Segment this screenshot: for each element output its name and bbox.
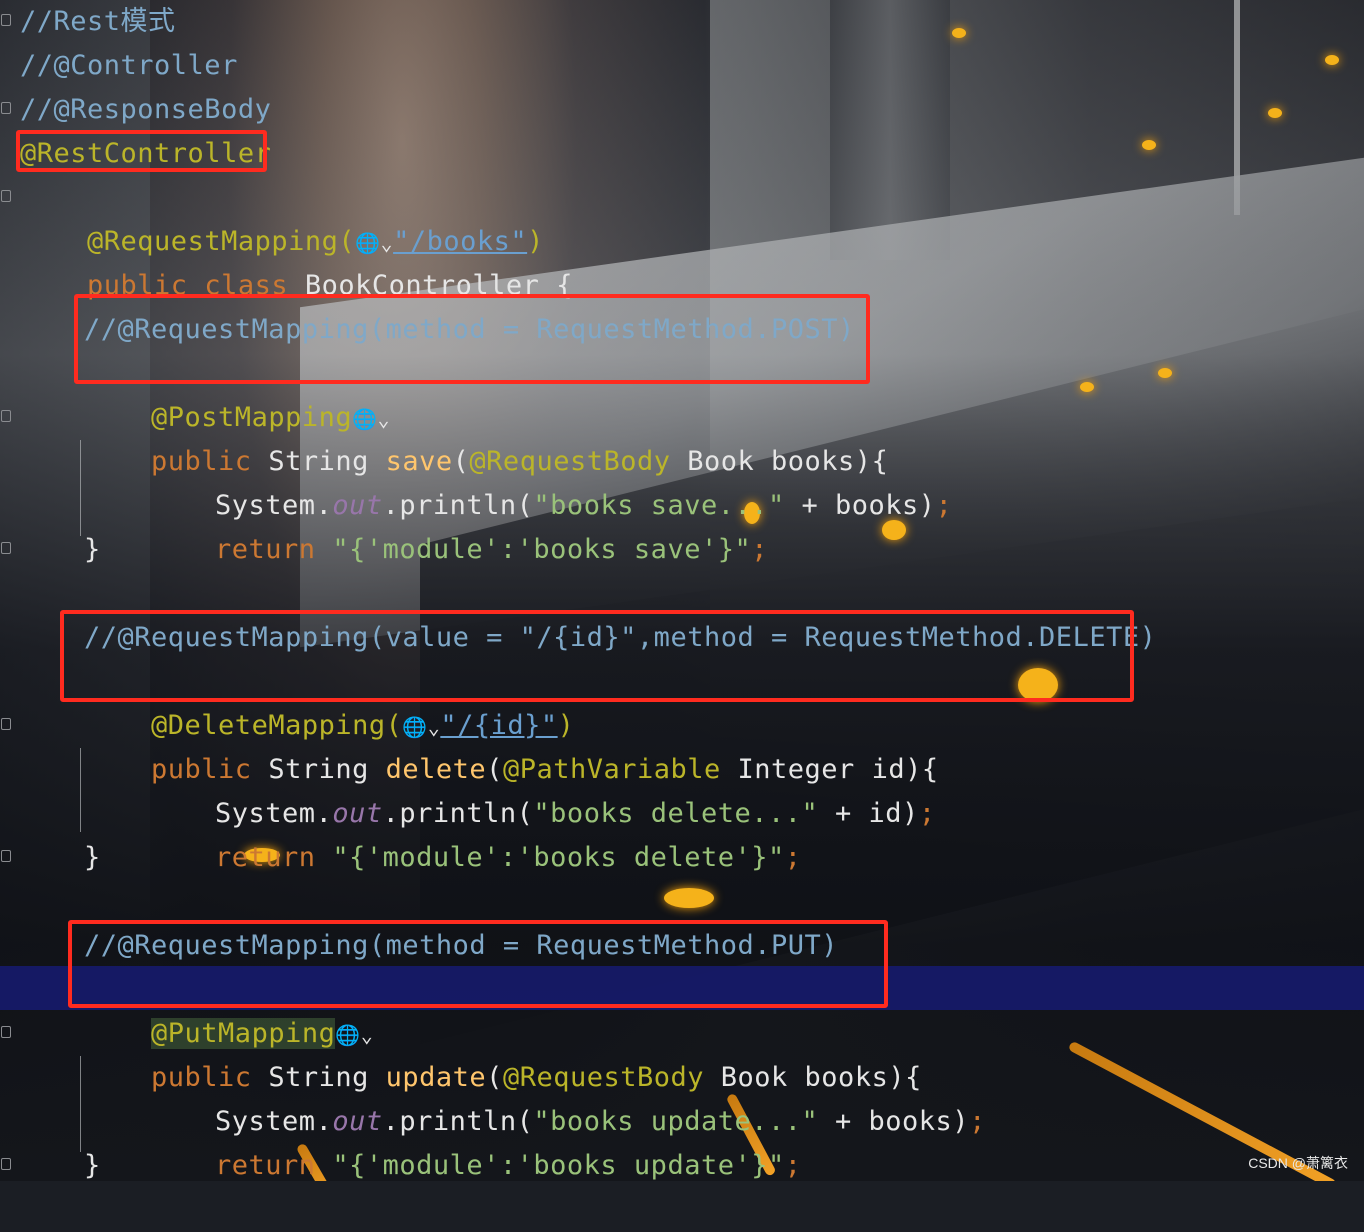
code-line-closing-brace[interactable]: } [84,836,101,880]
code-line-method-delete[interactable]: public String delete(@PathVariable Integ… [84,704,939,785]
code-line-closing-brace[interactable]: } [84,528,101,572]
highlight-box-delete-mapping [60,610,1134,702]
code-line-class-declaration[interactable]: public class BookController { [20,220,573,301]
watermark: CSDN @萧篱衣 [1248,1155,1348,1171]
code-line-return[interactable]: return "{'module':'books delete'}"; [148,792,802,873]
code-line-request-mapping[interactable]: @RequestMapping(🌐⌄"/books") [20,176,544,257]
code-line-method-update[interactable]: public String update(@RequestBody Book b… [84,1012,922,1093]
code-line-println[interactable]: System.out.println("books save..." + boo… [148,440,952,521]
highlight-box-rest-controller [16,130,267,172]
code-line-println[interactable]: System.out.println("books delete..." + i… [148,748,936,829]
code-line-closing-brace[interactable]: } [84,1144,101,1188]
code-line-return[interactable]: return "{'module':'books update'}"; [148,1100,802,1181]
code-line-comment[interactable]: //Rest模式 [20,0,176,44]
code-line-return[interactable]: return "{'module':'books save'}"; [148,484,768,565]
code-line-println[interactable]: System.out.println("books update..." + b… [148,1056,986,1137]
code-line-method-save[interactable]: public String save(@RequestBody Book boo… [84,396,888,477]
code-line-comment[interactable]: //@ResponseBody [20,88,271,132]
code-line-comment[interactable]: //@Controller [20,44,238,88]
highlight-box-post-mapping [74,294,870,384]
highlight-box-put-mapping [68,920,888,1008]
